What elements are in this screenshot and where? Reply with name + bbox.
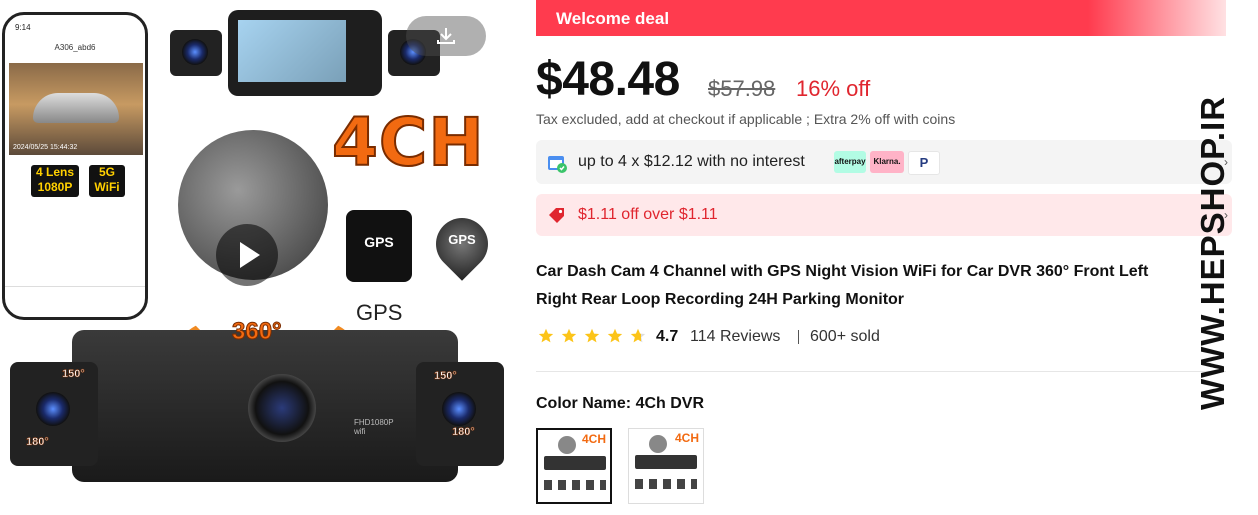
download-icon — [437, 28, 455, 44]
rotation-label: 360° — [232, 318, 283, 346]
variant-label: Color Name: 4Ch DVR — [536, 395, 705, 412]
paypal-logo: P — [908, 151, 940, 175]
coupon-tag-icon — [549, 208, 564, 223]
variant-thumbnail-camera — [544, 456, 606, 470]
product-title-line: Right Rear Loop Recording 24H Parking Mo… — [536, 291, 905, 308]
phone-bottom-divider — [5, 286, 145, 287]
product-title: Car Dash Cam 4 Channel with GPS Night Vi… — [536, 258, 1236, 314]
phone-device-name: A306_abd6 — [54, 43, 96, 52]
four-channel-headline: 4CH — [331, 103, 485, 182]
angle-label: 180° — [26, 436, 49, 449]
dashcam-body — [228, 10, 382, 96]
variant-option[interactable]: 4CH — [628, 428, 704, 504]
wifi-badge: 5G WiFi — [89, 165, 125, 197]
star-half-icon — [630, 328, 646, 343]
left-side-camera — [170, 30, 222, 76]
main-camera-spec: FHD1080P wifi — [354, 418, 394, 436]
resolution-badge-text: 1080P — [37, 180, 73, 194]
phone-illustration: 9:14 A306_abd6 2024/05/25 15:44:32 4 Len… — [2, 12, 148, 320]
coupon-row[interactable]: $1.11 off over $1.11 › — [536, 194, 1232, 236]
play-icon[interactable] — [216, 224, 278, 286]
lens-badge-text: 4 Lens — [35, 165, 74, 179]
installments-row[interactable]: up to 4 x $12.12 with no interest afterp… — [536, 140, 1232, 184]
phone-video-preview: 2024/05/25 15:44:32 — [9, 63, 143, 155]
variant-thumbnail-mount — [558, 436, 576, 454]
product-title-line: Car Dash Cam 4 Channel with GPS Night Vi… — [536, 263, 1149, 280]
section-divider — [536, 371, 1226, 372]
phone-status-time: 9:14 — [15, 23, 31, 32]
star-icon — [538, 328, 554, 343]
gps-caption: GPS — [356, 300, 403, 325]
welcome-deal-banner: Welcome deal — [536, 0, 1226, 36]
5g-badge-text: 5G — [98, 165, 115, 179]
main-camera-wifi: wifi — [354, 427, 366, 436]
calendar-icon — [548, 156, 567, 173]
main-camera-lens-icon — [248, 374, 316, 442]
download-button[interactable] — [406, 16, 486, 56]
gps-module: GPS — [346, 210, 412, 282]
discount-percent: 16% off — [796, 76, 871, 101]
angle-label: 150° — [434, 370, 457, 383]
main-camera-resolution: FHD1080P — [354, 418, 394, 427]
variant-thumbnail-camera — [635, 455, 697, 469]
phone-timestamp: 2024/05/25 15:44:32 — [13, 144, 78, 151]
variant-option-selected[interactable]: 4CH — [536, 428, 612, 504]
main-camera-unit: FHD1080P wifi — [72, 330, 458, 482]
variant-thumbnail-label: 4CH — [674, 431, 699, 445]
variant-thumbnail-label: 4CH — [581, 432, 606, 446]
star-icon — [607, 328, 623, 343]
reviews-link[interactable]: 114 Reviews — [690, 328, 780, 346]
product-image-gallery[interactable]: 9:14 A306_abd6 2024/05/25 15:44:32 4 Len… — [0, 0, 510, 515]
wifi-badge-text: WiFi — [94, 180, 120, 194]
coupon-text: $1.11 off over $1.11 — [578, 206, 718, 223]
lens-badge: 4 Lens 1080P — [31, 165, 79, 197]
right-rotating-camera — [416, 362, 504, 466]
dashcam-screen — [238, 20, 346, 82]
star-icon — [561, 328, 577, 343]
welcome-deal-label: Welcome deal — [556, 9, 670, 28]
variant-thumbnail-accessories — [635, 479, 697, 489]
variant-thumbnail-accessories — [544, 480, 606, 490]
current-price: $48.48 — [536, 53, 680, 106]
original-price: $57.98 — [708, 76, 776, 101]
afterpay-logo: afterpay — [834, 151, 866, 173]
car-image — [33, 93, 119, 123]
star-icon — [584, 328, 600, 343]
site-watermark: WWW.HEPSHOP.IR — [1183, 95, 1243, 411]
variant-thumbnail-mount — [649, 435, 667, 453]
angle-label: 180° — [452, 426, 475, 439]
camera-lens-icon — [36, 392, 70, 426]
gps-module-label: GPS — [364, 234, 394, 250]
camera-lens-icon — [442, 392, 476, 426]
tax-note: Tax excluded, add at checkout if applica… — [536, 111, 956, 127]
gps-pin-label: GPS — [448, 232, 476, 247]
sold-count: 600+ sold — [810, 328, 880, 345]
rating-value: 4.7 — [656, 328, 679, 345]
installments-text: up to 4 x $12.12 with no interest — [578, 153, 805, 170]
rating-divider — [798, 330, 799, 344]
angle-label: 150° — [62, 368, 85, 381]
camera-lens-icon — [182, 39, 208, 65]
watermark-text: WWW.HEPSHOP.IR — [1194, 95, 1231, 411]
dashcam-front-view — [170, 10, 442, 96]
klarna-logo: Klarna. — [870, 151, 904, 173]
